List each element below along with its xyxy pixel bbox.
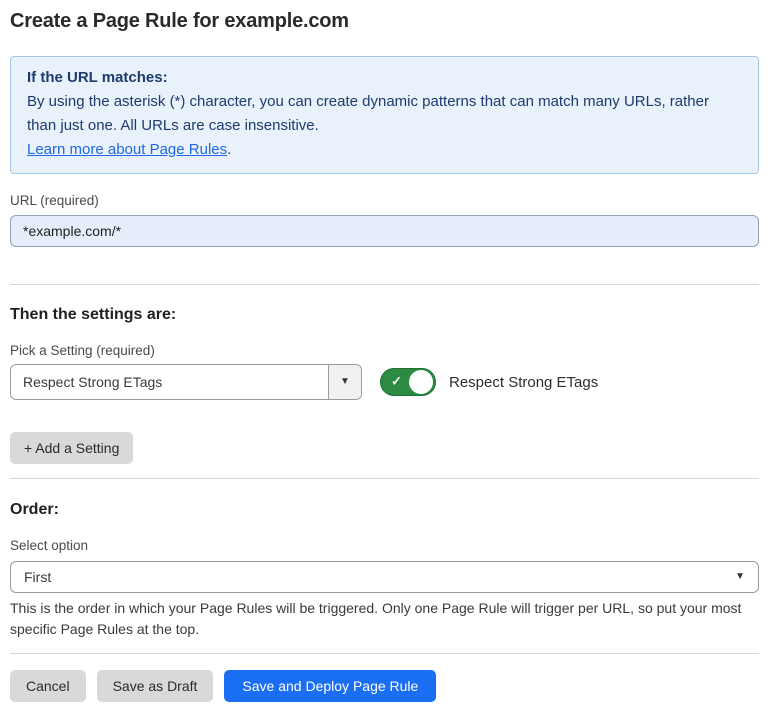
divider <box>10 284 759 285</box>
divider <box>10 653 759 654</box>
toggle-label: Respect Strong ETags <box>449 374 598 391</box>
settings-heading: Then the settings are: <box>10 306 759 324</box>
setting-toggle[interactable]: ✓ <box>380 368 436 396</box>
setting-select-arrow[interactable]: ▼ <box>328 365 361 399</box>
info-box-body: By using the asterisk (*) character, you… <box>27 90 742 138</box>
order-heading: Order: <box>10 501 759 519</box>
link-suffix: . <box>227 141 231 158</box>
pick-setting-label: Pick a Setting (required) <box>10 343 759 358</box>
info-box-link-line: Learn more about Page Rules. <box>27 138 742 162</box>
add-setting-button[interactable]: + Add a Setting <box>10 432 133 464</box>
learn-more-link[interactable]: Learn more about Page Rules <box>27 141 227 158</box>
url-label: URL (required) <box>10 193 759 208</box>
url-input[interactable] <box>10 215 759 247</box>
check-icon: ✓ <box>391 374 402 390</box>
divider <box>10 478 759 479</box>
page-title: Create a Page Rule for example.com <box>10 10 759 33</box>
toggle-knob <box>409 370 433 394</box>
cancel-button[interactable]: Cancel <box>10 670 86 702</box>
order-select-value: First <box>24 569 51 585</box>
order-select[interactable]: First ▼ <box>10 561 759 593</box>
select-option-label: Select option <box>10 538 759 553</box>
footer-actions: Cancel Save as Draft Save and Deploy Pag… <box>10 670 759 702</box>
setting-select[interactable]: Respect Strong ETags ▼ <box>10 364 362 400</box>
save-deploy-button[interactable]: Save and Deploy Page Rule <box>224 670 436 702</box>
save-draft-button[interactable]: Save as Draft <box>97 670 214 702</box>
page-rule-form: Create a Page Rule for example.com If th… <box>0 10 769 702</box>
chevron-down-icon: ▼ <box>340 377 350 387</box>
chevron-down-icon: ▼ <box>735 572 745 582</box>
order-help-text: This is the order in which your Page Rul… <box>10 598 759 640</box>
url-match-info-box: If the URL matches: By using the asteris… <box>10 56 759 174</box>
setting-select-value: Respect Strong ETags <box>11 365 328 399</box>
info-box-heading: If the URL matches: <box>27 66 742 90</box>
setting-row: Respect Strong ETags ▼ ✓ Respect Strong … <box>10 364 759 400</box>
